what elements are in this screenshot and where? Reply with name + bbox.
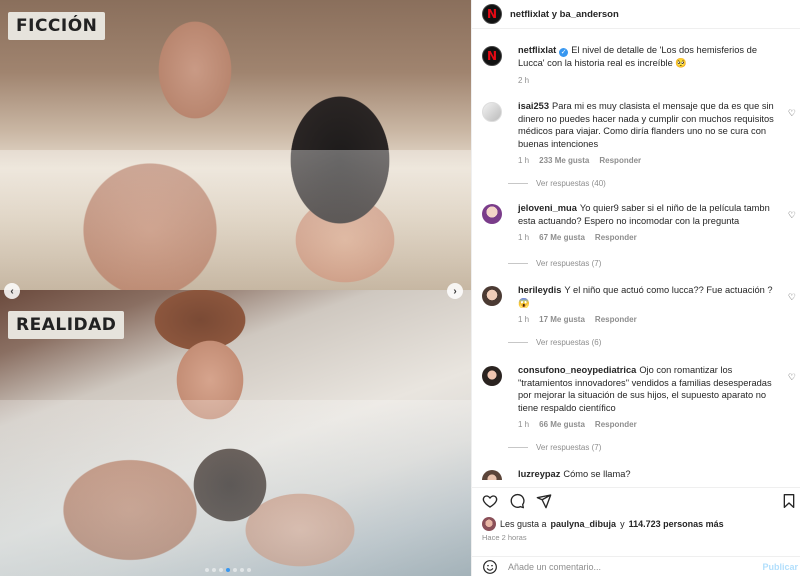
post-timestamp: Hace 2 horas (482, 533, 527, 542)
reply-button[interactable]: Responder (595, 315, 637, 324)
divider (508, 342, 528, 343)
heart-icon[interactable]: ♡ (788, 108, 796, 119)
caption-username[interactable]: netflixlat (518, 45, 556, 55)
carousel-prev-button[interactable]: ‹ (4, 283, 20, 299)
fiction-photo (0, 0, 471, 290)
post-sidebar: N netflixlat y ba_anderson N netflixlat ✓… (471, 0, 800, 576)
carousel-next-button[interactable]: › (447, 283, 463, 299)
view-replies-label: Ver respuestas (6) (536, 338, 602, 347)
comments-list[interactable]: N netflixlat ✓ El nivel de detalle de 'Los… (472, 36, 800, 480)
heart-icon[interactable] (482, 493, 498, 509)
post-media-carousel[interactable]: FICCIÓN REALIDAD ‹ › (0, 0, 471, 576)
avatar[interactable]: N (482, 46, 502, 66)
carousel-dot (219, 568, 223, 572)
heart-icon[interactable]: ♡ (788, 292, 796, 303)
comment-time: 1 h (518, 156, 530, 165)
action-bar (472, 487, 800, 511)
comment-time: 1 h (518, 420, 530, 429)
comment-time: 1 h (518, 233, 530, 242)
carousel-dot (233, 568, 237, 572)
comment-likes[interactable]: 233 Me gusta (539, 156, 589, 165)
divider (508, 183, 528, 184)
comment-icon[interactable] (509, 493, 525, 509)
share-icon[interactable] (536, 493, 552, 509)
reality-label: REALIDAD (8, 311, 125, 339)
avatar[interactable] (482, 286, 502, 306)
netflix-logo-icon: N (486, 7, 498, 21)
comment-username[interactable]: herileydis (518, 285, 561, 295)
divider (508, 263, 528, 264)
instagram-post: FICCIÓN REALIDAD ‹ › N netflixlat y ba_a… (0, 0, 800, 576)
carousel-dot (240, 568, 244, 572)
likes-middle: y (620, 519, 625, 529)
liker-username[interactable]: paulyna_dibuja (551, 519, 617, 529)
chevron-right-icon: › (453, 285, 457, 297)
view-replies-button[interactable]: Ver respuestas (7) (508, 259, 601, 268)
heart-icon[interactable]: ♡ (788, 372, 796, 383)
comment-likes[interactable]: 66 Me gusta (539, 420, 585, 429)
comment-username[interactable]: isai253 (518, 101, 549, 111)
view-replies-button[interactable]: Ver respuestas (6) (508, 338, 601, 347)
comment-likes[interactable]: 17 Me gusta (539, 315, 585, 324)
likes-prefix: Les gusta a (500, 519, 547, 529)
caption-time: 2 h (518, 75, 530, 85)
comment-text: Para mi es muy clasista el mensaje que d… (518, 101, 774, 149)
view-replies-button[interactable]: Ver respuestas (40) (508, 179, 606, 188)
comment-likes[interactable]: 67 Me gusta (539, 233, 585, 242)
avatar[interactable]: N (482, 4, 502, 24)
add-comment-bar: Publicar (472, 556, 800, 576)
likes-summary[interactable]: Les gusta a paulyna_dibuja y 114.723 per… (482, 517, 724, 531)
bathtub-shape (0, 400, 471, 576)
post-comment-button[interactable]: Publicar (762, 562, 798, 572)
comment-time: 1 h (518, 315, 530, 324)
likes-count[interactable]: 114.723 personas más (629, 519, 724, 529)
view-replies-button[interactable]: Ver respuestas (7) (508, 443, 601, 452)
avatar[interactable] (482, 204, 502, 224)
comment-input[interactable] (508, 561, 748, 572)
bathtub-shape (0, 150, 471, 290)
reply-button[interactable]: Responder (595, 420, 637, 429)
comment-username[interactable]: luzreypaz (518, 469, 560, 479)
chevron-left-icon: ‹ (10, 285, 14, 297)
avatar[interactable] (482, 366, 502, 386)
comment-username[interactable]: consufono_neoypediatrica (518, 365, 636, 375)
post-header: N netflixlat y ba_anderson (472, 0, 800, 29)
comment-username[interactable]: jeloveni_mua (518, 203, 577, 213)
reply-button[interactable]: Responder (599, 156, 641, 165)
heart-icon[interactable]: ♡ (788, 210, 796, 221)
carousel-dot (247, 568, 251, 572)
emoji-icon[interactable] (482, 559, 498, 575)
view-replies-label: Ver respuestas (40) (536, 179, 606, 188)
post-authors[interactable]: netflixlat y ba_anderson (510, 9, 619, 20)
avatar[interactable] (482, 102, 502, 122)
carousel-dot (226, 568, 230, 572)
view-replies-label: Ver respuestas (7) (536, 443, 602, 452)
verified-badge-icon: ✓ (559, 48, 569, 57)
divider (508, 447, 528, 448)
netflix-logo-icon: N (486, 49, 498, 63)
carousel-dot (212, 568, 216, 572)
bookmark-icon[interactable] (781, 493, 797, 509)
carousel-dot (205, 568, 209, 572)
avatar[interactable] (482, 470, 502, 480)
comment-text: Cómo se llama? (563, 469, 631, 479)
avatar[interactable] (482, 517, 496, 531)
fiction-label: FICCIÓN (8, 12, 106, 40)
carousel-dots (205, 568, 251, 572)
view-replies-label: Ver respuestas (7) (536, 259, 602, 268)
reply-button[interactable]: Responder (595, 233, 637, 242)
